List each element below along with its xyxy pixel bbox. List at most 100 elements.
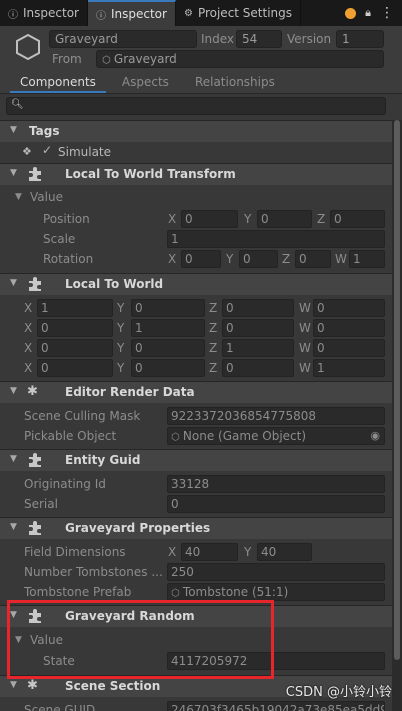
originating-id-field[interactable]: 33128 xyxy=(167,475,385,493)
position-y-field[interactable]: 0 xyxy=(257,210,312,228)
section-title: Graveyard Random xyxy=(65,609,195,623)
lock-icon[interactable]: 🔒︎ xyxy=(365,6,371,20)
foldout-arrow-icon[interactable]: ▼ xyxy=(10,168,17,178)
axis-w-label: W xyxy=(299,321,311,335)
component-puzzle-icon xyxy=(29,277,41,291)
axis-x-label: X xyxy=(24,301,33,315)
tab-inspector-1[interactable]: ⓘ Inspector xyxy=(0,0,88,26)
matrix-y-field[interactable]: 0 xyxy=(131,299,205,317)
scene-guid-field[interactable]: 246703f3465b19042a73e85ea5dd9c xyxy=(167,701,385,711)
axis-z-label: Z xyxy=(209,301,218,315)
matrix-z-field[interactable]: 1 xyxy=(222,339,294,357)
value-foldout[interactable]: ▼ Value xyxy=(0,187,392,207)
axis-y-label: Y xyxy=(117,301,125,315)
number-tombstones-label: Number Tombstones ... xyxy=(24,565,163,579)
matrix-w-field[interactable]: 0 xyxy=(313,299,385,317)
pickable-object-field[interactable]: ⬡ None (Game Object) ◉ xyxy=(167,427,385,445)
editor-render-data-header[interactable]: ▼ ✱ Editor Render Data xyxy=(0,381,392,403)
serial-field[interactable]: 0 xyxy=(167,495,385,513)
serial-label: Serial xyxy=(24,497,58,511)
tab-aspects[interactable]: Aspects xyxy=(112,72,179,93)
entity-guid-header[interactable]: ▼ Entity Guid xyxy=(0,449,392,471)
matrix-w-field[interactable]: 1 xyxy=(313,359,385,377)
search-icon: 🔍︎ xyxy=(11,99,24,110)
matrix-z-field[interactable]: 0 xyxy=(222,359,294,377)
tags-header[interactable]: ▼ Tags xyxy=(0,120,392,142)
foldout-arrow-icon[interactable]: ▼ xyxy=(10,278,17,288)
position-z-field[interactable]: 0 xyxy=(330,210,385,228)
matrix-y-field[interactable]: 0 xyxy=(131,359,205,377)
number-tombstones-field[interactable]: 250 xyxy=(167,563,385,581)
serial-row: Serial 0 xyxy=(0,494,392,514)
state-field[interactable]: 4117205972 xyxy=(167,652,385,670)
dims-y-field[interactable]: 40 xyxy=(257,543,312,561)
axis-x-label: X xyxy=(168,212,177,226)
value-foldout[interactable]: ▼ Value xyxy=(0,630,392,650)
settings-puzzle-icon: ✱ xyxy=(27,384,38,399)
component-puzzle-icon xyxy=(29,453,41,467)
from-field[interactable]: ⬡ Graveyard xyxy=(96,50,384,68)
section-title: Graveyard Properties xyxy=(65,521,211,535)
section-title: Scene Section xyxy=(65,679,161,693)
from-value: Graveyard xyxy=(113,52,177,66)
local-to-world-transform-header[interactable]: ▼ Local To World Transform xyxy=(0,163,392,185)
object-picker-icon[interactable]: ◉ xyxy=(370,428,380,444)
section-title: Tags xyxy=(29,124,60,138)
rotation-y-field[interactable]: 0 xyxy=(239,250,278,268)
status-dot-icon[interactable] xyxy=(345,7,357,19)
position-row: Position X 0 Y 0 Z 0 xyxy=(0,209,392,229)
state-row: State 4117205972 xyxy=(0,651,392,671)
component-search-input[interactable]: 🔍︎ xyxy=(6,97,386,115)
scale-field[interactable]: 1 xyxy=(167,230,385,248)
tombstone-prefab-field[interactable]: ⬡ Tombstone (51:1) xyxy=(167,583,385,601)
vertical-scrollbar[interactable] xyxy=(392,120,402,711)
matrix-y-field[interactable]: 0 xyxy=(131,339,205,357)
tab-components[interactable]: Components xyxy=(10,72,106,93)
matrix-y-field[interactable]: 1 xyxy=(131,319,205,337)
dims-x-field[interactable]: 40 xyxy=(181,543,238,561)
rotation-w-field[interactable]: 1 xyxy=(349,250,385,268)
entity-name-field[interactable]: Graveyard xyxy=(49,30,197,48)
axis-z-label: Z xyxy=(209,321,218,335)
rotation-x-field[interactable]: 0 xyxy=(181,250,221,268)
matrix-x-field[interactable]: 0 xyxy=(37,359,113,377)
position-x-field[interactable]: 0 xyxy=(181,210,238,228)
matrix-z-field[interactable]: 0 xyxy=(222,319,294,337)
matrix-x-field[interactable]: 1 xyxy=(37,299,113,317)
tab-project-settings[interactable]: ⚙ Project Settings xyxy=(176,0,302,26)
rotation-label: Rotation xyxy=(43,252,94,266)
foldout-arrow-icon[interactable]: ▼ xyxy=(15,635,22,645)
foldout-arrow-icon[interactable]: ▼ xyxy=(15,192,22,202)
matrix-z-field[interactable]: 0 xyxy=(222,299,294,317)
matrix-row: X 0 Y 1 Z 0 W 0 xyxy=(0,318,392,338)
axis-z-label: Z xyxy=(317,212,326,226)
axis-x-label: X xyxy=(24,361,33,375)
tab-label: Inspector xyxy=(110,7,167,21)
foldout-arrow-icon[interactable]: ▼ xyxy=(10,386,17,396)
matrix-x-field[interactable]: 0 xyxy=(37,339,113,357)
rotation-z-field[interactable]: 0 xyxy=(295,250,331,268)
pickable-row: Pickable Object ⬡ None (Game Object) ◉ xyxy=(0,426,392,446)
culling-field[interactable]: 9223372036854775808 xyxy=(167,407,385,425)
index-field[interactable]: 54 xyxy=(236,30,282,48)
tab-inspector-2[interactable]: ⓘ Inspector xyxy=(87,0,176,26)
foldout-arrow-icon[interactable]: ▼ xyxy=(10,680,17,690)
graveyard-random-header[interactable]: ▼ Graveyard Random xyxy=(0,605,392,627)
matrix-x-field[interactable]: 0 xyxy=(37,319,113,337)
matrix-row: X 0 Y 0 Z 1 W 0 xyxy=(0,338,392,358)
foldout-arrow-icon[interactable]: ▼ xyxy=(10,125,17,135)
foldout-arrow-icon[interactable]: ▼ xyxy=(10,610,17,620)
more-options-icon[interactable]: ⋮ xyxy=(380,5,394,21)
scrollbar-thumb[interactable] xyxy=(394,120,400,660)
section-title: Local To World Transform xyxy=(65,167,236,181)
matrix-w-field[interactable]: 0 xyxy=(313,339,385,357)
version-field[interactable]: 1 xyxy=(336,30,384,48)
graveyard-properties-header[interactable]: ▼ Graveyard Properties xyxy=(0,517,392,539)
tab-relationships[interactable]: Relationships xyxy=(185,72,285,93)
foldout-arrow-icon[interactable]: ▼ xyxy=(10,522,17,532)
pickable-label: Pickable Object xyxy=(24,429,117,443)
local-to-world-header[interactable]: ▼ Local To World xyxy=(0,273,392,295)
rotation-row: Rotation X 0 Y 0 Z 0 W 1 xyxy=(0,249,392,269)
foldout-arrow-icon[interactable]: ▼ xyxy=(10,454,17,464)
matrix-w-field[interactable]: 0 xyxy=(313,319,385,337)
